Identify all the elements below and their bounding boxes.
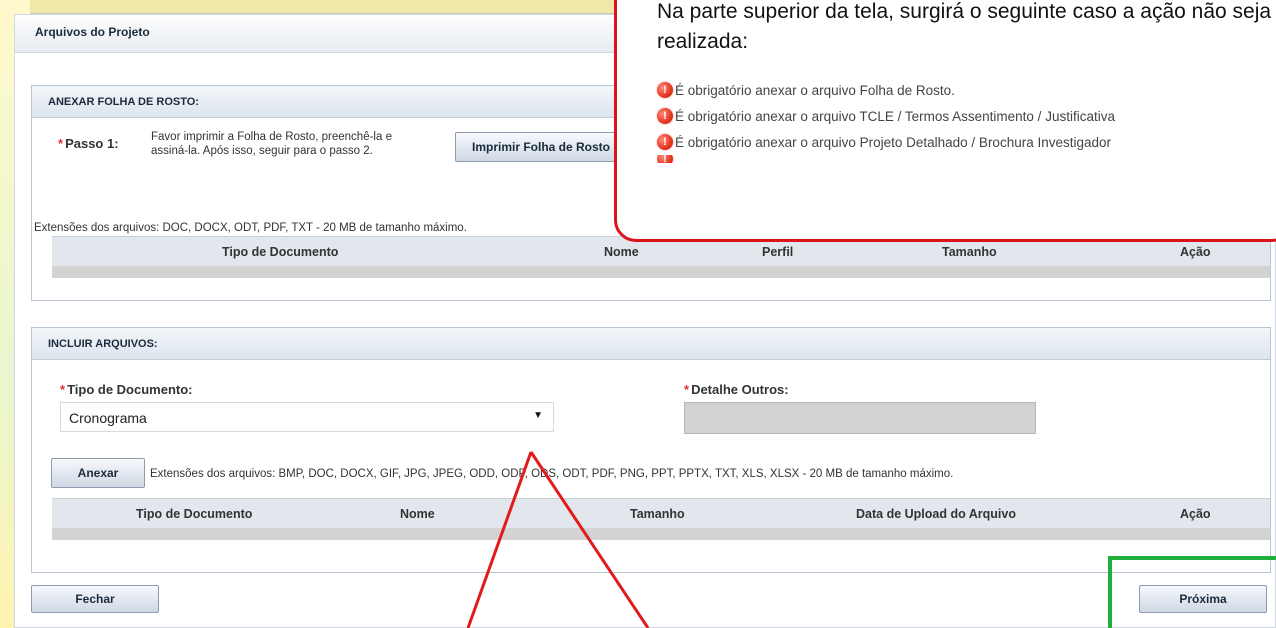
highlight-frame [1108, 556, 1276, 628]
arrow-line-right [529, 451, 650, 628]
annotation-arrow [466, 451, 650, 628]
arrow-line-left [466, 451, 533, 628]
